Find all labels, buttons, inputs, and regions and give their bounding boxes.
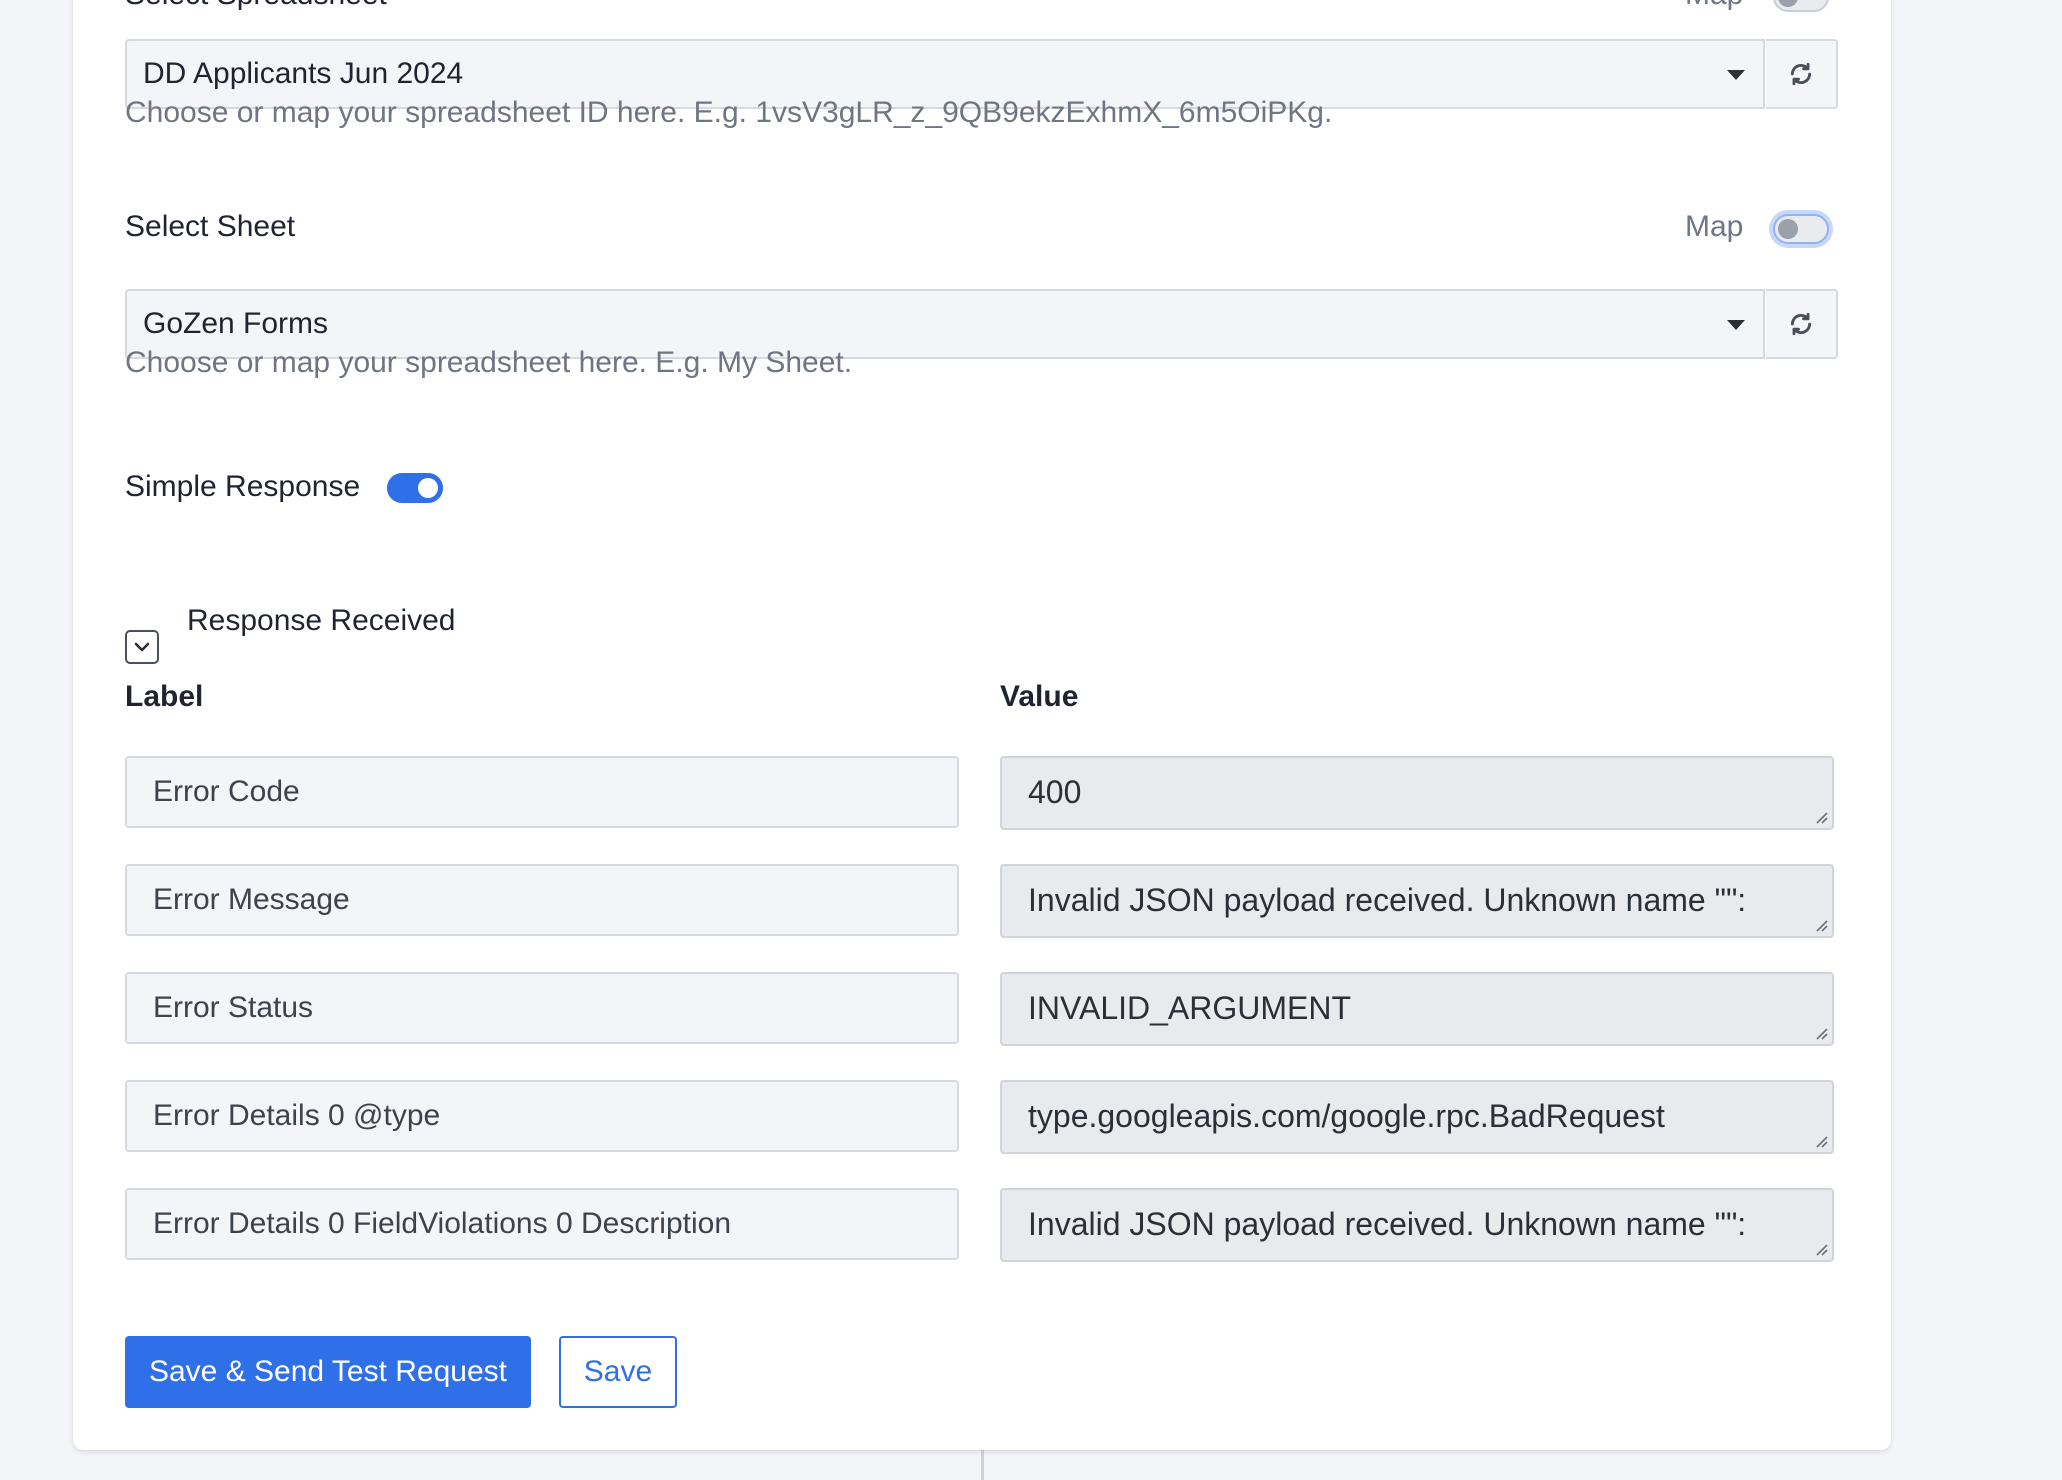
save-and-send-test-button[interactable]: Save & Send Test Request (125, 1336, 531, 1408)
resize-grip-icon[interactable] (1814, 1242, 1828, 1256)
refresh-icon (1790, 312, 1812, 336)
refresh-icon (1790, 62, 1812, 86)
response-row-value-text: type.googleapis.com/google.rpc.BadReques… (1028, 1098, 1665, 1134)
response-row-label[interactable]: Error Details 0 FieldViolations 0 Descri… (125, 1188, 959, 1260)
sheet-map-label: Map (1685, 210, 1744, 243)
spreadsheet-map-label: Map (1685, 0, 1743, 12)
response-row-value-text: INVALID_ARGUMENT (1028, 990, 1352, 1026)
settings-card: Select Spreadsheet Map DD Applicants Jun… (73, 0, 1891, 1450)
response-row-label[interactable]: Error Status (125, 972, 959, 1044)
resize-grip-icon[interactable] (1814, 918, 1828, 932)
response-row-value-text: Invalid JSON payload received. Unknown n… (1028, 882, 1747, 918)
response-row-label[interactable]: Error Details 0 @type (125, 1080, 959, 1152)
sheet-hint: Choose or map your spreadsheet here. E.g… (125, 346, 853, 379)
response-row-label[interactable]: Error Message (125, 864, 959, 936)
simple-response-toggle[interactable] (387, 473, 443, 503)
caret-down-icon (1727, 320, 1745, 330)
spreadsheet-refresh-button[interactable] (1766, 39, 1838, 109)
sheet-select-value: GoZen Forms (143, 307, 329, 340)
response-row-value[interactable]: 400 (1000, 756, 1834, 830)
response-title: Response Received (187, 604, 456, 637)
response-row-value[interactable]: type.googleapis.com/google.rpc.BadReques… (1000, 1080, 1834, 1154)
label-column-header: Label (125, 680, 204, 713)
response-row-value[interactable]: Invalid JSON payload received. Unknown n… (1000, 864, 1834, 938)
value-column-header: Value (1000, 680, 1079, 713)
simple-response-label: Simple Response (125, 470, 361, 503)
response-row-value[interactable]: Invalid JSON payload received. Unknown n… (1000, 1188, 1834, 1262)
sheet-refresh-button[interactable] (1766, 289, 1838, 359)
spreadsheet-map-toggle[interactable] (1773, 0, 1829, 12)
response-row-label[interactable]: Error Code (125, 756, 959, 828)
spreadsheet-select-value: DD Applicants Jun 2024 (143, 57, 464, 90)
response-row-value-text: 400 (1028, 774, 1082, 810)
spreadsheet-hint: Choose or map your spreadsheet ID here. … (125, 96, 1333, 129)
response-row-value-text: Invalid JSON payload received. Unknown n… (1028, 1206, 1747, 1242)
sheet-map-toggle[interactable] (1773, 214, 1829, 244)
response-collapse-button[interactable] (125, 630, 159, 664)
resize-grip-icon[interactable] (1814, 810, 1828, 824)
resize-grip-icon[interactable] (1814, 1134, 1828, 1148)
resize-grip-icon[interactable] (1814, 1026, 1828, 1040)
save-button[interactable]: Save (559, 1336, 677, 1408)
response-row-value[interactable]: INVALID_ARGUMENT (1000, 972, 1834, 1046)
chevron-down-icon (134, 642, 150, 652)
caret-down-icon (1727, 70, 1745, 80)
sheet-label: Select Sheet (125, 210, 296, 243)
spreadsheet-label: Select Spreadsheet (125, 0, 387, 12)
